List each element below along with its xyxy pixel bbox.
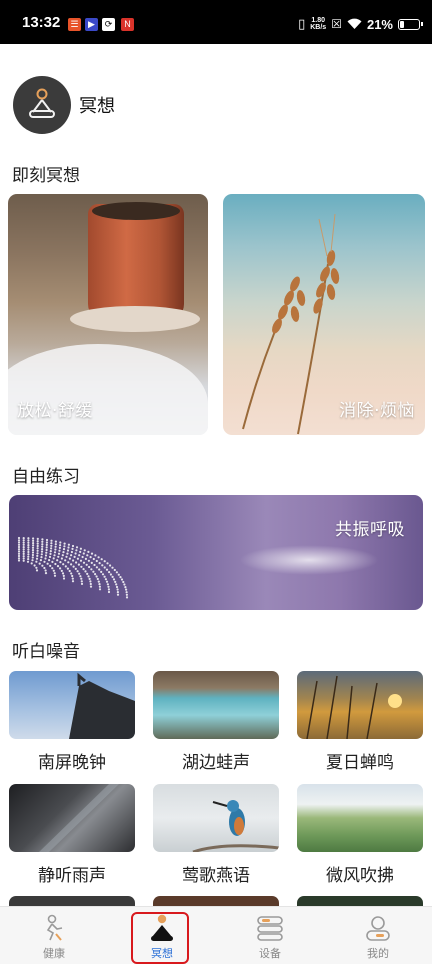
cup-rim-image	[92, 202, 180, 220]
noise-label-cicada: 夏日蝉鸣	[326, 753, 394, 773]
nav-label-device: 设备	[259, 947, 281, 960]
noise-label-rain: 静听雨声	[38, 866, 106, 886]
wifi-icon	[347, 15, 362, 34]
network-speed-unit: KB/s	[310, 24, 327, 31]
noise-image-wind	[297, 784, 423, 852]
card-label-worry: 消除·烦恼	[339, 401, 415, 421]
news-notification-icon: N	[121, 18, 134, 31]
noise-image-rain	[9, 784, 135, 852]
section-title-white-noise: 听白噪音	[12, 642, 80, 662]
noise-item-peek	[297, 896, 423, 906]
status-indicators: ▯ 1.80 KB/s ☒ 21%	[298, 15, 423, 34]
status-time: 13:32	[22, 14, 61, 31]
network-speed: 1.80 KB/s	[310, 17, 326, 31]
battery-icon	[398, 18, 423, 30]
dot-pattern-image	[17, 536, 129, 599]
card-label-resonance-breathing: 共振呼吸	[335, 520, 405, 540]
saucer-image	[70, 306, 200, 332]
app-notification-icon: ☰	[68, 18, 81, 31]
noise-label-bell: 南屏晚钟	[38, 753, 106, 773]
meditation-icon	[29, 88, 55, 118]
section-title-free-practice: 自由练习	[12, 467, 80, 487]
noise-item-peek	[153, 896, 279, 906]
nav-item-health[interactable]: 健康	[0, 907, 108, 964]
nav-label-health: 健康	[43, 947, 65, 960]
page-header: 冥想	[13, 76, 115, 134]
cup-image	[88, 204, 184, 322]
noise-image-cicada	[297, 671, 423, 739]
device-icon	[255, 913, 285, 943]
status-bar: 13:32 ☰ ▶ ⟳ N ▯ 1.80 KB/s ☒ 21%	[0, 0, 432, 44]
meditation-card-worry[interactable]: 消除·烦恼	[223, 194, 425, 435]
bottom-nav: 健康 冥想 设备 我的	[0, 906, 432, 964]
nav-label-profile: 我的	[367, 947, 389, 960]
page-title: 冥想	[79, 96, 115, 117]
health-icon	[39, 913, 69, 943]
card-label-relax: 放松·舒缓	[17, 401, 93, 421]
nav-item-profile[interactable]: 我的	[324, 907, 432, 964]
vibrate-icon: ▯	[298, 16, 306, 32]
light-flare-image	[239, 545, 379, 575]
noise-label-lake: 湖边蛙声	[182, 753, 250, 773]
noise-label-bird: 莺歌燕语	[182, 866, 250, 886]
profile-icon	[363, 913, 393, 943]
data-off-icon: ☒	[331, 17, 342, 31]
nav-item-device[interactable]: 设备	[216, 907, 324, 964]
section-title-instant: 即刻冥想	[12, 166, 80, 186]
book-image	[8, 344, 208, 435]
active-tab-highlight	[131, 912, 189, 964]
practice-card-resonance-breathing[interactable]: 共振呼吸	[9, 495, 423, 610]
video-notification-icon: ▶	[85, 18, 98, 31]
network-speed-value: 1.80	[311, 17, 326, 24]
noise-label-wind: 微风吹拂	[326, 866, 394, 886]
meditation-avatar[interactable]	[13, 76, 71, 134]
noise-image-bird	[153, 784, 279, 852]
noise-image-bell	[9, 671, 135, 739]
battery-percent: 21%	[366, 16, 393, 32]
sync-notification-icon: ⟳	[102, 18, 115, 31]
meditation-card-relax[interactable]: 放松·舒缓	[8, 194, 208, 435]
noise-item-peek	[9, 896, 135, 906]
noise-image-lake	[153, 671, 279, 739]
